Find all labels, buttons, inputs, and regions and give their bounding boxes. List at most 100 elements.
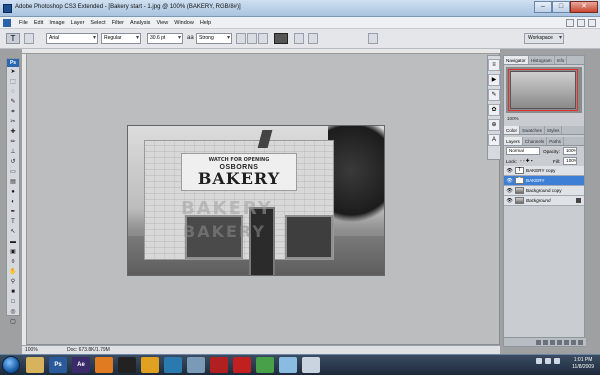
layer-style-icon[interactable]: [543, 339, 548, 345]
font-size-select[interactable]: 30.6 pt: [147, 33, 183, 44]
tab-layers[interactable]: Layers: [504, 137, 523, 145]
adjustment-layer-icon[interactable]: [557, 339, 562, 345]
font-style-select[interactable]: Regular: [101, 33, 141, 44]
screen-mode-icon[interactable]: ▢: [7, 318, 19, 327]
app-icon[interactable]: [256, 357, 274, 373]
type-tool-icon[interactable]: T: [7, 218, 19, 227]
app-icon[interactable]: [233, 357, 251, 373]
menu-file[interactable]: File: [16, 17, 31, 29]
photoshop-taskbar-icon[interactable]: Ps: [49, 357, 67, 373]
tab-paths[interactable]: Paths: [547, 137, 564, 145]
hand-tool-icon[interactable]: ✋: [7, 268, 19, 277]
font-family-select[interactable]: Arial: [46, 33, 98, 44]
brush-tool-icon[interactable]: ✏: [7, 138, 19, 147]
history-panel-icon[interactable]: ≡: [488, 59, 500, 71]
eraser-tool-icon[interactable]: ▭: [7, 168, 19, 177]
app-icon[interactable]: [141, 357, 159, 373]
marquee-tool-icon[interactable]: ⬚: [7, 78, 19, 87]
menu-select[interactable]: Select: [87, 17, 108, 29]
zoom-level[interactable]: 100%: [25, 346, 38, 354]
text-tool-icon[interactable]: T: [6, 33, 20, 44]
bakery-text-layer-copy[interactable]: BAKERY: [181, 198, 273, 219]
delete-layer-icon[interactable]: [578, 339, 583, 345]
notes-tool-icon[interactable]: ▣: [7, 248, 19, 257]
foreground-color-swatch[interactable]: ■: [7, 288, 19, 297]
minimize-button[interactable]: –: [534, 1, 552, 13]
layer-row[interactable]: 👁 Background copy: [504, 186, 584, 196]
after-effects-taskbar-icon[interactable]: Ae: [72, 357, 90, 373]
healing-tool-icon[interactable]: ✚: [7, 128, 19, 137]
dodge-tool-icon[interactable]: ◐: [7, 198, 19, 207]
path-select-tool-icon[interactable]: ↖: [7, 228, 19, 237]
pen-tool-icon[interactable]: ✒: [7, 208, 19, 217]
explorer-icon[interactable]: [26, 357, 44, 373]
tray-icon[interactable]: [554, 358, 560, 364]
tool-presets-icon[interactable]: ✎: [488, 89, 500, 101]
align-left-button[interactable]: [236, 33, 246, 44]
character-panel-button[interactable]: [308, 33, 318, 44]
visibility-eye-icon[interactable]: 👁: [506, 198, 513, 204]
doc-restore-button[interactable]: [577, 19, 585, 27]
text-color-swatch[interactable]: [274, 33, 288, 44]
align-right-button[interactable]: [258, 33, 268, 44]
doc-close-button[interactable]: [588, 19, 596, 27]
quick-select-tool-icon[interactable]: ✎: [7, 98, 19, 107]
background-color-swatch[interactable]: □: [7, 298, 19, 307]
opacity-input[interactable]: 100%: [562, 147, 577, 155]
warp-text-button[interactable]: [294, 33, 304, 44]
menu-image[interactable]: Image: [46, 17, 67, 29]
ruler-horizontal[interactable]: [22, 49, 500, 54]
new-layer-icon[interactable]: [571, 339, 576, 345]
crop-tool-icon[interactable]: ⌗: [7, 108, 19, 117]
align-center-button[interactable]: [247, 33, 257, 44]
character-panel-icon[interactable]: A: [488, 134, 500, 146]
tab-histogram[interactable]: Histogram: [529, 56, 555, 64]
document-image[interactable]: WATCH FOR OPENING OSBORNS BAKERY BAKERY …: [127, 125, 385, 276]
layer-row[interactable]: 👁 Background: [504, 196, 584, 206]
new-group-icon[interactable]: [564, 339, 569, 345]
tray-icon[interactable]: [536, 358, 542, 364]
tab-info[interactable]: Info: [555, 56, 568, 64]
blur-tool-icon[interactable]: ●: [7, 188, 19, 197]
lock-icons[interactable]: ▫ ▫ ✚ ▪: [520, 158, 550, 164]
orientation-toggle-button[interactable]: [24, 33, 34, 44]
menu-layer[interactable]: Layer: [68, 17, 88, 29]
gradient-tool-icon[interactable]: ▤: [7, 178, 19, 187]
visibility-eye-icon[interactable]: 👁: [506, 188, 513, 194]
doc-minimize-button[interactable]: [566, 19, 574, 27]
layer-row[interactable]: 👁 T BAKERY copy: [504, 166, 584, 176]
move-tool-icon[interactable]: ➤: [7, 68, 19, 77]
quick-mask-icon[interactable]: ◎: [7, 308, 19, 317]
app-icon[interactable]: [187, 357, 205, 373]
link-layers-icon[interactable]: [536, 339, 541, 345]
navigator-zoom[interactable]: 100%: [504, 115, 584, 123]
menu-filter[interactable]: Filter: [109, 17, 127, 29]
eyedropper-tool-icon[interactable]: ⌽: [7, 258, 19, 267]
firefox-icon[interactable]: [95, 357, 113, 373]
tray-icon[interactable]: [545, 358, 551, 364]
app-icon[interactable]: [279, 357, 297, 373]
layer-row-selected[interactable]: 👁 T BAKERY: [504, 176, 584, 186]
actions-panel-icon[interactable]: ▶: [488, 74, 500, 86]
layer-mask-icon[interactable]: [550, 339, 555, 345]
workspace-select[interactable]: Workspace: [524, 33, 564, 44]
tab-color[interactable]: Color: [504, 126, 520, 134]
file-browser-icon[interactable]: [368, 33, 378, 44]
visibility-eye-icon[interactable]: 👁: [506, 178, 513, 184]
shape-tool-icon[interactable]: ▬: [7, 238, 19, 247]
blend-mode-select[interactable]: Normal: [506, 147, 540, 155]
app-icon[interactable]: [302, 357, 320, 373]
lasso-tool-icon[interactable]: ◌: [7, 88, 19, 97]
start-button[interactable]: [2, 356, 20, 374]
fill-input[interactable]: 100%: [563, 157, 578, 165]
tab-swatches[interactable]: Swatches: [520, 126, 545, 134]
clock[interactable]: 1:01 PM 11/8/2009: [572, 357, 594, 371]
app-icon[interactable]: [164, 357, 182, 373]
tab-channels[interactable]: Channels: [523, 137, 548, 145]
history-brush-tool-icon[interactable]: ↺: [7, 158, 19, 167]
clone-source-icon[interactable]: ⊕: [488, 119, 500, 131]
visibility-eye-icon[interactable]: 👁: [506, 168, 513, 174]
ruler-vertical[interactable]: [22, 54, 27, 345]
app-icon[interactable]: [118, 357, 136, 373]
close-button[interactable]: ✕: [570, 1, 598, 13]
